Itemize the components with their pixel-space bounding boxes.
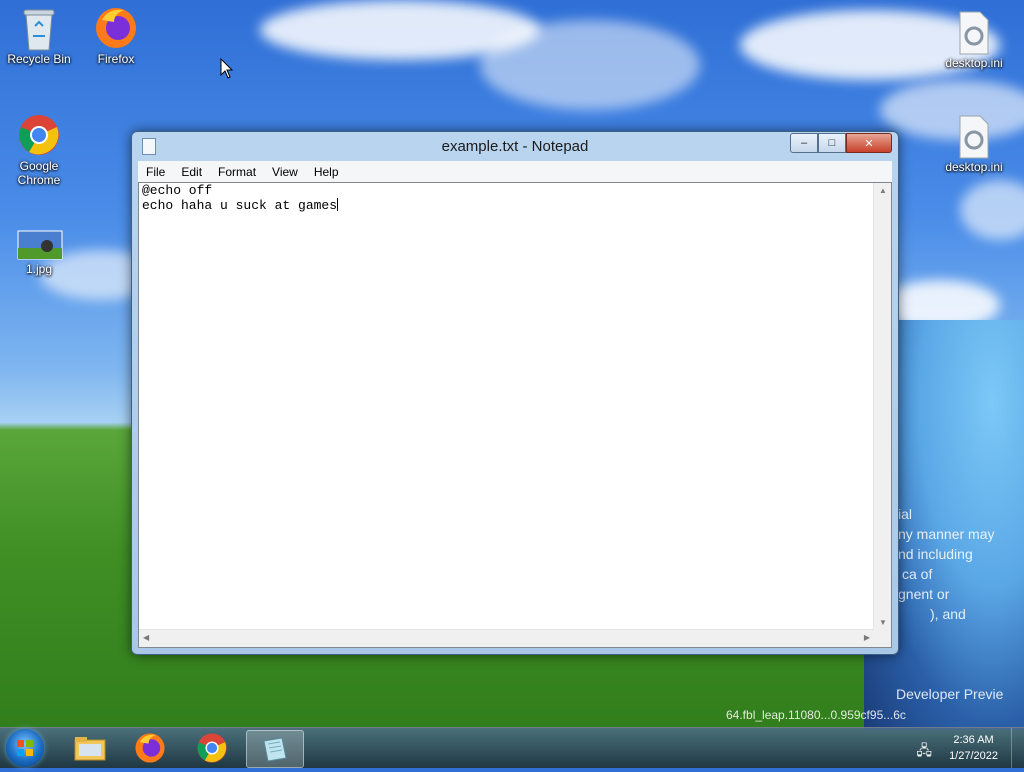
menu-view[interactable]: View	[264, 165, 306, 179]
network-icon[interactable]: 🖧	[916, 740, 932, 764]
resize-grip[interactable]	[874, 630, 891, 647]
menu-bar: File Edit Format View Help	[138, 161, 892, 183]
window-controls: – □ ✕	[790, 133, 892, 153]
desktop-icon-image-file[interactable]: 1.jpg	[3, 230, 75, 276]
text-line-with-caret: echo haha u suck at games	[142, 198, 871, 213]
desktop-icon-label: 1.jpg	[25, 262, 53, 276]
desktop-icon-desktop-ini[interactable]: desktop.ini	[938, 114, 1010, 174]
menu-help[interactable]: Help	[306, 165, 347, 179]
clock[interactable]: 2:36 AM 1/27/2022	[949, 732, 998, 764]
text-editor[interactable]: @echo off echo haha u suck at games ▲ ▼ ◀…	[138, 182, 892, 648]
text-caret	[337, 198, 339, 211]
taskbar: 🖧 2:36 AM 1/27/2022	[0, 727, 1024, 768]
vertical-scrollbar[interactable]: ▲ ▼	[873, 183, 891, 630]
taskbar-firefox[interactable]	[122, 730, 178, 766]
clock-date: 1/27/2022	[949, 750, 998, 762]
start-button[interactable]	[6, 729, 44, 767]
desktop-icon-label: Google Chrome	[17, 159, 61, 187]
wallpaper-text: ), and	[930, 606, 966, 622]
scroll-up-icon[interactable]: ▲	[879, 186, 887, 195]
taskbar-notepad[interactable]	[246, 730, 304, 768]
horizontal-scrollbar[interactable]: ◀ ▶	[139, 629, 874, 647]
desktop-icon-firefox[interactable]: Firefox	[80, 6, 152, 66]
text-line: @echo off	[142, 183, 213, 198]
chrome-icon	[197, 733, 227, 763]
firefox-icon	[94, 6, 138, 50]
wallpaper-text: nd including	[898, 546, 973, 562]
desktop-icon-desktop-ini[interactable]: desktop.ini	[938, 10, 1010, 70]
mouse-cursor-icon	[220, 57, 234, 85]
scroll-right-icon[interactable]: ▶	[864, 633, 870, 642]
wallpaper-cloud	[960, 180, 1024, 240]
wallpaper-text: Developer Previe	[896, 686, 1004, 702]
title-bar[interactable]: example.txt - Notepad – □ ✕	[132, 132, 898, 160]
desktop-icon-recycle-bin[interactable]: Recycle Bin	[3, 6, 75, 66]
windows-logo-icon	[17, 740, 33, 756]
desktop-icon-label: Recycle Bin	[7, 52, 71, 66]
menu-format[interactable]: Format	[210, 165, 264, 179]
settings-file-icon	[952, 10, 996, 55]
chrome-icon	[17, 113, 61, 157]
wallpaper-text: 64.fbl_leap.11080...0.959cf95...6c	[726, 708, 906, 722]
wallpaper-text: ial	[898, 506, 913, 522]
recycle-bin-icon	[17, 6, 61, 51]
notepad-window[interactable]: example.txt - Notepad – □ ✕ File Edit Fo…	[131, 131, 899, 655]
desktop-icon-label: Firefox	[97, 52, 135, 66]
notepad-icon	[263, 737, 287, 762]
scroll-down-icon[interactable]: ▼	[879, 618, 887, 627]
menu-file[interactable]: File	[138, 165, 173, 179]
wallpaper-text: gnent or	[898, 586, 950, 602]
desktop-icon-chrome[interactable]: Google Chrome	[3, 113, 75, 187]
folder-icon	[74, 737, 106, 761]
wallpaper-cloud	[480, 20, 700, 110]
desktop-icon-label: desktop.ini	[945, 160, 1003, 174]
window-title: example.txt - Notepad	[441, 138, 589, 155]
wallpaper-text: ny manner may	[898, 526, 995, 542]
close-button[interactable]: ✕	[846, 133, 892, 153]
scroll-left-icon[interactable]: ◀	[143, 633, 149, 642]
text-line: echo haha u suck at games	[142, 198, 338, 213]
desktop-icon-label: desktop.ini	[945, 56, 1003, 70]
minimize-button[interactable]: –	[790, 133, 818, 153]
image-file-icon	[17, 230, 63, 260]
clock-time: 2:36 AM	[953, 734, 994, 746]
menu-edit[interactable]: Edit	[173, 165, 210, 179]
wallpaper-text: ca of	[902, 566, 933, 582]
taskbar-file-explorer[interactable]	[62, 730, 118, 766]
taskbar-chrome[interactable]	[184, 730, 240, 766]
settings-file-icon	[952, 114, 996, 159]
maximize-button[interactable]: □	[818, 133, 846, 153]
editor-text[interactable]: @echo off echo haha u suck at games	[142, 184, 871, 627]
firefox-icon	[135, 733, 165, 763]
show-desktop-button[interactable]	[1011, 728, 1024, 768]
